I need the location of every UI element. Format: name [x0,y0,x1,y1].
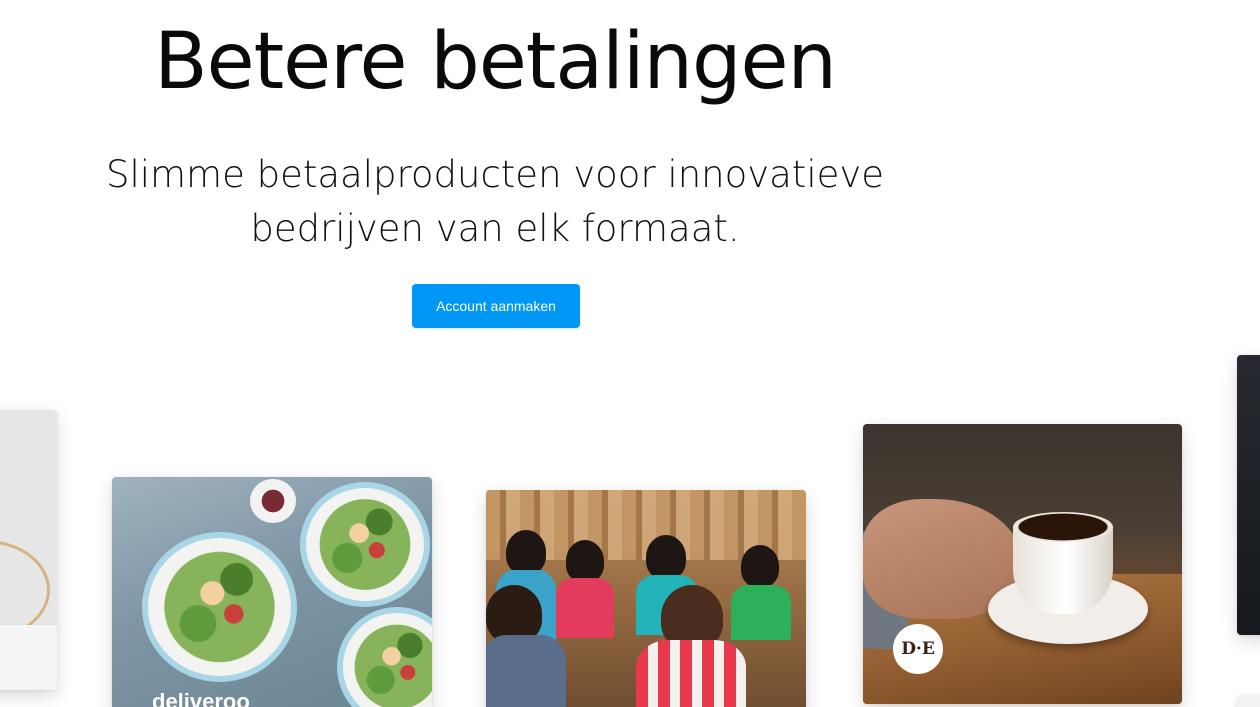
child-figure [506,530,546,574]
showcase-card-partial[interactable] [1237,355,1260,635]
hero-subtitle: Slimme betaalproducten voor innovatieve … [105,153,885,250]
salad-bowl-image [142,532,297,682]
showcase-card-bike[interactable] [0,410,57,690]
child-figure [646,535,686,579]
create-account-button[interactable]: Account aanmaken [412,284,580,328]
page: Betere betalingen Slimme betaalproducten… [0,0,1260,707]
child-figure [486,635,566,707]
hero-title: Betere betalingen [154,17,837,107]
card-footer [0,625,57,690]
deliveroo-logo: deliveroo [152,689,250,707]
child-figure [566,540,604,582]
showcase-card-classroom[interactable] [486,490,806,707]
salad-bowl-image [337,607,432,707]
showcase-card-food[interactable]: deliveroo [112,477,432,707]
showcase-card-coffee[interactable]: D·E [863,424,1182,704]
showcase-card-partial[interactable] [1237,695,1260,707]
child-figure [731,585,791,640]
berry-cup-image [250,479,296,523]
coffee-image [1013,512,1113,542]
child-figure [741,545,779,587]
salad-bowl-image [300,482,430,607]
douwe-egberts-logo: D·E [893,624,943,674]
child-figure [556,578,614,638]
child-figure [636,640,746,707]
